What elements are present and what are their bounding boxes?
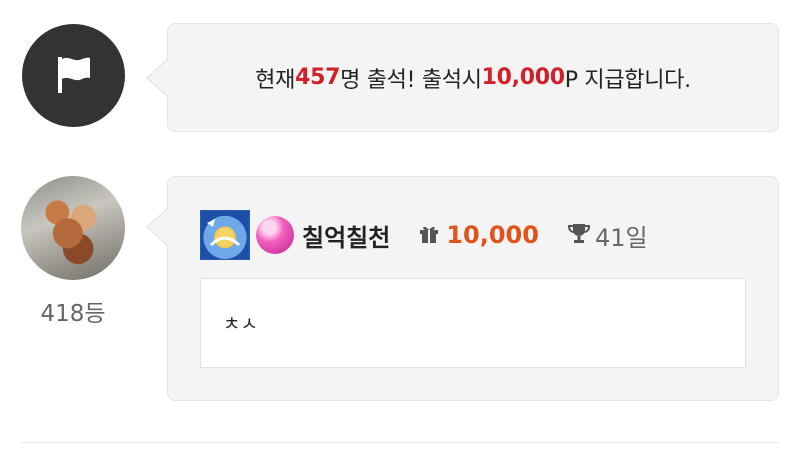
orb-badge-icon — [256, 216, 294, 254]
username[interactable]: 칠억칠천 — [302, 218, 390, 253]
gift-icon — [418, 222, 440, 248]
user-avatar[interactable] — [21, 176, 125, 280]
notice-middle: 명 출석! 출석시 — [340, 67, 482, 93]
comment-text: ㅊㅅ — [223, 313, 258, 335]
attendance-notice-bubble: 현재 457 명 출석! 출석시 10,000 P 지급합니다. — [146, 23, 779, 132]
attendance-flag-avatar — [22, 24, 125, 127]
attendance-entry-bubble: 칠억칠천 10,000 41일 ㅊㅅ — [146, 176, 779, 401]
attendance-reward: 10,000 — [481, 65, 565, 90]
notice-suffix: P 지급합니다. — [564, 67, 691, 93]
flag-icon — [49, 49, 99, 103]
attendance-count: 457 — [295, 65, 341, 90]
trophy-icon — [567, 221, 591, 249]
level-badge-icon — [200, 210, 250, 260]
user-info-row: 칠억칠천 10,000 41일 — [200, 209, 648, 261]
points-value: 10,000 — [446, 221, 539, 249]
attendance-notice: 현재 457 명 출석! 출석시 10,000 P 지급합니다. — [168, 24, 778, 131]
attendance-rank: 418등 — [40, 301, 106, 327]
notice-prefix: 현재 — [255, 67, 296, 93]
attendance-days: 41일 — [594, 223, 648, 252]
points-group: 10,000 — [418, 221, 539, 249]
days-group: 41일 — [567, 218, 648, 253]
comment-box: ㅊㅅ — [200, 278, 746, 368]
divider — [21, 442, 779, 443]
